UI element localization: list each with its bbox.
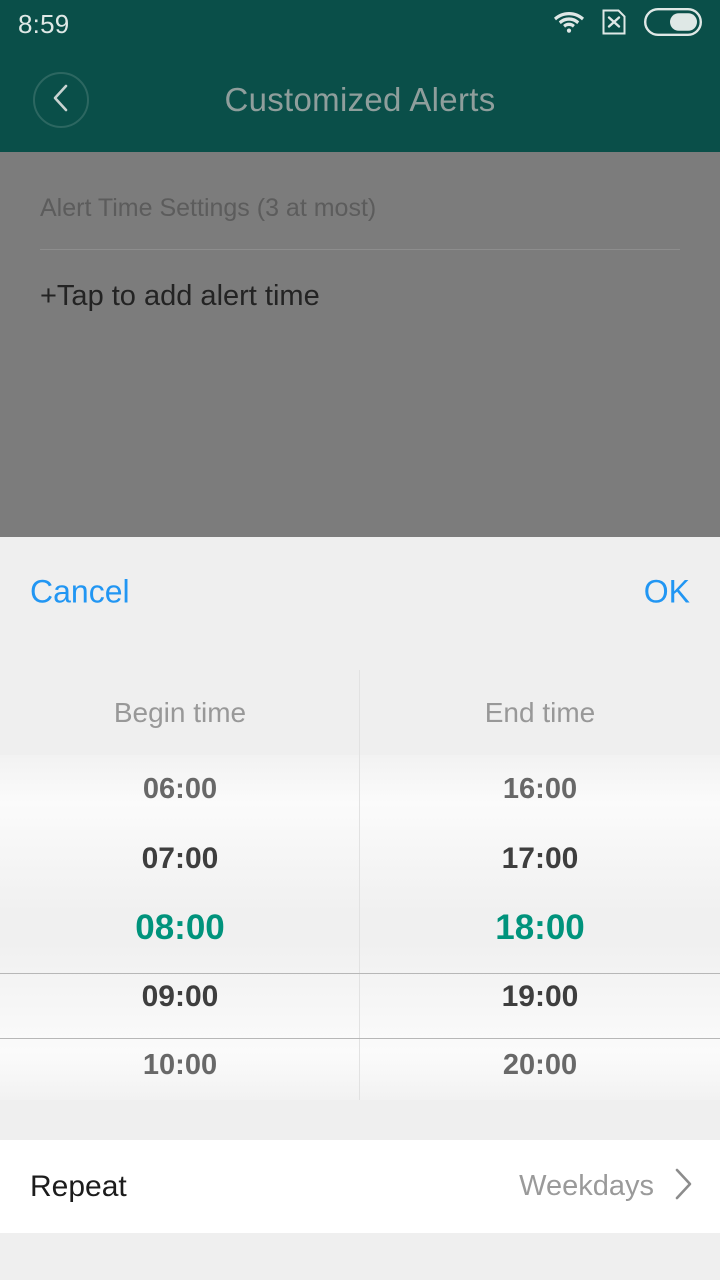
wheel-item-selected[interactable]: 18:00 [360, 893, 720, 962]
wheel-item-selected[interactable]: 08:00 [0, 893, 360, 962]
begin-time-header: Begin time [113, 696, 247, 728]
picker-bottom-gap [0, 1100, 720, 1140]
status-bar: 8:59 [0, 0, 720, 48]
battery-icon [644, 7, 702, 41]
end-time-header: End time [484, 696, 596, 728]
time-picker: Begin time End time 06:00 07:00 08:00 09… [0, 670, 720, 1100]
wifi-icon [554, 10, 584, 39]
picker-column-divider [359, 670, 360, 1100]
scrim-overlay: Alert Time Settings (3 at most) +Tap to … [0, 152, 720, 537]
wheel-item[interactable]: 06:00 [0, 755, 360, 824]
chevron-left-icon [49, 82, 73, 119]
selection-line-bottom [0, 1038, 720, 1039]
end-time-wheel[interactable]: 16:00 17:00 18:00 19:00 20:00 [360, 755, 720, 1100]
add-alert-time-button[interactable]: +Tap to add alert time [40, 280, 320, 313]
begin-time-wheel[interactable]: 06:00 07:00 08:00 09:00 10:00 [0, 755, 360, 1100]
app-bar: Customized Alerts [0, 48, 720, 152]
selection-line-top [0, 973, 720, 974]
alert-time-settings-section: Alert Time Settings (3 at most) [40, 194, 680, 272]
picker-column-headers: Begin time End time [0, 670, 720, 755]
cancel-button[interactable]: Cancel [30, 574, 130, 611]
wheel-item[interactable]: 16:00 [360, 755, 720, 824]
ok-button[interactable]: OK [644, 574, 690, 611]
time-range-picker-dialog: Cancel OK Begin time End time 06:00 07:0… [0, 537, 720, 1280]
picker-wheels: 06:00 07:00 08:00 09:00 10:00 16:00 17:0… [0, 755, 720, 1100]
bottom-strip [0, 1233, 720, 1280]
page-title: Customized Alerts [224, 81, 496, 118]
repeat-value: Weekdays [519, 1170, 654, 1202]
status-bar-clock: 8:59 [18, 8, 70, 39]
wheel-item[interactable]: 07:00 [0, 824, 360, 893]
repeat-value-group: Weekdays [519, 1167, 694, 1206]
section-title: Alert Time Settings (3 at most) [40, 194, 377, 222]
section-divider [40, 249, 680, 250]
back-button[interactable] [33, 72, 89, 128]
wheel-item[interactable]: 10:00 [0, 1031, 360, 1100]
wheel-item[interactable]: 17:00 [360, 824, 720, 893]
status-bar-icons [554, 7, 702, 41]
chevron-right-icon [672, 1167, 694, 1206]
sim-card-off-icon [601, 9, 627, 40]
dialog-action-bar: Cancel OK [0, 537, 720, 647]
repeat-label: Repeat [30, 1169, 127, 1203]
repeat-row[interactable]: Repeat Weekdays [0, 1140, 720, 1233]
wheel-item[interactable]: 20:00 [360, 1031, 720, 1100]
phone-screen: 8:59 Customized Alerts Alert Time Settin… [0, 0, 720, 1280]
